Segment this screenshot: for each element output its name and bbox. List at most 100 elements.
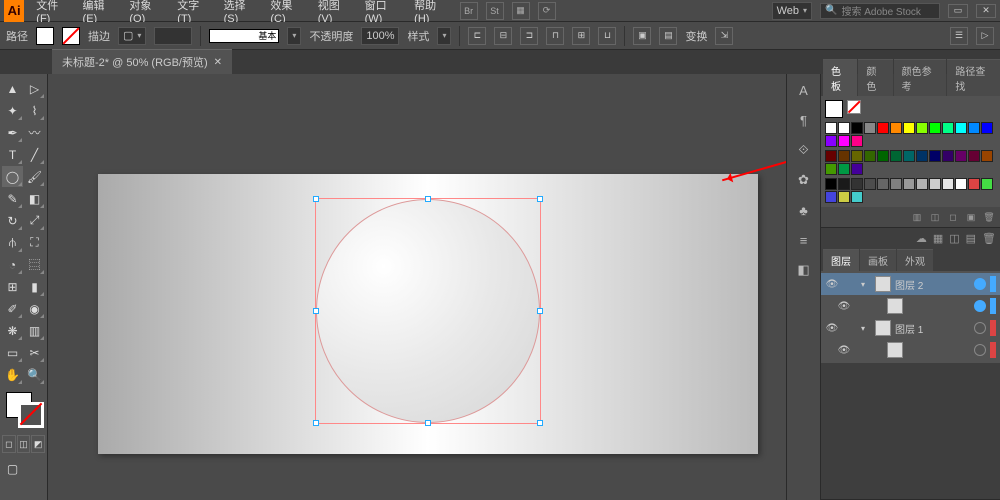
tab-swatches[interactable]: 色板 [823, 59, 857, 96]
stroke-color-box[interactable] [18, 402, 44, 428]
layer-row[interactable]: 👁 ▾ 图层 2 [821, 273, 1000, 295]
swatch[interactable] [825, 135, 837, 147]
swatch[interactable] [851, 191, 863, 203]
brush-panel-icon[interactable]: ✿ [794, 170, 814, 190]
asset-icon[interactable]: ▦ [933, 232, 943, 245]
handle-bot-right[interactable] [537, 420, 543, 426]
stroke-weight-dropdown[interactable]: ▢ [118, 27, 146, 45]
rotate-tool[interactable]: ↻ [2, 210, 23, 231]
swatch[interactable] [929, 150, 941, 162]
arrange-icon[interactable]: ▦ [512, 2, 530, 20]
type-panel-icon[interactable]: A [794, 80, 814, 100]
canvas[interactable] [48, 74, 786, 500]
target-icon[interactable] [974, 344, 986, 356]
isolate-icon[interactable]: ☰ [950, 27, 968, 45]
type-tool[interactable]: T [2, 144, 23, 165]
swatch[interactable] [981, 178, 993, 190]
swatch[interactable] [903, 150, 915, 162]
swatch[interactable] [916, 178, 928, 190]
transform-icon[interactable]: ⇲ [715, 27, 733, 45]
handle-top-mid[interactable] [425, 196, 431, 202]
swatch[interactable] [838, 163, 850, 175]
draw-normal-icon[interactable]: ◻ [2, 435, 16, 453]
shaper-tool[interactable]: ✎ [2, 188, 23, 209]
artboard-tool[interactable]: ▭ [2, 342, 23, 363]
pen-tool[interactable]: ✒ [2, 122, 23, 143]
shape-mode2-icon[interactable]: ▤ [659, 27, 677, 45]
document-tab[interactable]: 未标题-2* @ 50% (RGB/预览) ✕ [52, 49, 232, 74]
swatch-options-icon[interactable]: ◫ [928, 210, 942, 224]
blend-tool[interactable]: ◉ [24, 298, 45, 319]
free-transform-tool[interactable]: ⛶ [24, 232, 45, 253]
swatch[interactable] [916, 150, 928, 162]
shape-mode-icon[interactable]: ▣ [633, 27, 651, 45]
layer-row[interactable]: 👁 ▾ 图层 1 [821, 317, 1000, 339]
menu-view[interactable]: 视图(V) [318, 0, 351, 25]
stroke-panel-icon[interactable]: ≡ [794, 230, 814, 250]
stroke-swatch[interactable] [62, 27, 80, 45]
swatch[interactable] [851, 122, 863, 134]
target-icon[interactable] [974, 322, 986, 334]
menu-effect[interactable]: 效果(C) [270, 0, 303, 25]
swatch[interactable] [955, 150, 967, 162]
layer-name[interactable]: 图层 1 [895, 321, 970, 336]
tab-layers[interactable]: 图层 [823, 249, 859, 271]
swatch[interactable] [825, 191, 837, 203]
workspace-switcher[interactable]: Web [772, 2, 812, 20]
hand-tool[interactable]: ✋ [2, 364, 23, 385]
swatch[interactable] [838, 150, 850, 162]
swatch[interactable] [825, 150, 837, 162]
brush-definition[interactable]: 基本 [209, 29, 279, 43]
swatch[interactable] [851, 150, 863, 162]
swatch[interactable] [851, 135, 863, 147]
swatch[interactable] [890, 178, 902, 190]
stock-search[interactable]: 🔍 搜索 Adobe Stock [820, 3, 940, 19]
swatch[interactable] [864, 150, 876, 162]
handle-top-left[interactable] [313, 196, 319, 202]
ellipse-tool[interactable]: ◯ [2, 166, 23, 187]
window-restore-icon[interactable]: ▭ [948, 4, 968, 18]
swatch[interactable] [838, 191, 850, 203]
swatch[interactable] [942, 122, 954, 134]
paintbrush-tool[interactable]: 🖌 [24, 166, 45, 187]
trash-icon[interactable]: 🗑 [982, 232, 996, 245]
swatch[interactable] [929, 122, 941, 134]
selection-tool[interactable]: ▲ [2, 78, 23, 99]
visibility-icon[interactable]: 👁 [825, 279, 839, 290]
disclose-icon[interactable]: ▾ [861, 324, 871, 333]
eraser-tool[interactable]: ◧ [24, 188, 45, 209]
fill-stroke-indicator[interactable] [2, 392, 45, 430]
tab-color-guide[interactable]: 颜色参考 [894, 59, 947, 96]
css-icon[interactable]: ◫ [949, 232, 959, 245]
swatch[interactable] [929, 178, 941, 190]
handle-bot-left[interactable] [313, 420, 319, 426]
current-fill-swatch[interactable] [825, 100, 843, 118]
visibility-icon[interactable]: 👁 [825, 323, 839, 334]
handle-mid-right[interactable] [537, 308, 543, 314]
swatch[interactable] [903, 122, 915, 134]
tab-color[interactable]: 颜色 [858, 59, 892, 96]
swatch[interactable] [968, 150, 980, 162]
swatch[interactable] [890, 122, 902, 134]
swatch[interactable] [942, 150, 954, 162]
layer-row[interactable]: 👁 [821, 339, 1000, 361]
swatch[interactable] [825, 178, 837, 190]
bridge-button[interactable]: Br [460, 2, 478, 20]
new-group-icon[interactable]: ▣ [964, 210, 978, 224]
target-icon[interactable] [974, 300, 986, 312]
layer-name[interactable]: 图层 2 [895, 277, 970, 292]
swatch[interactable] [981, 150, 993, 162]
swatch[interactable] [890, 150, 902, 162]
draw-behind-icon[interactable]: ◫ [17, 435, 31, 453]
lib-icon[interactable]: ☁ [916, 232, 927, 245]
swatch[interactable] [864, 122, 876, 134]
menu-edit[interactable]: 编辑(E) [83, 0, 116, 25]
draw-inside-icon[interactable]: ◩ [31, 435, 45, 453]
stroke-weight-input[interactable] [154, 27, 192, 45]
swatch[interactable] [851, 163, 863, 175]
menu-file[interactable]: 文件(F) [36, 0, 68, 25]
handle-bot-mid[interactable] [425, 420, 431, 426]
swatch[interactable] [955, 178, 967, 190]
selection-bounding-box[interactable] [315, 198, 541, 424]
swatch[interactable] [877, 122, 889, 134]
